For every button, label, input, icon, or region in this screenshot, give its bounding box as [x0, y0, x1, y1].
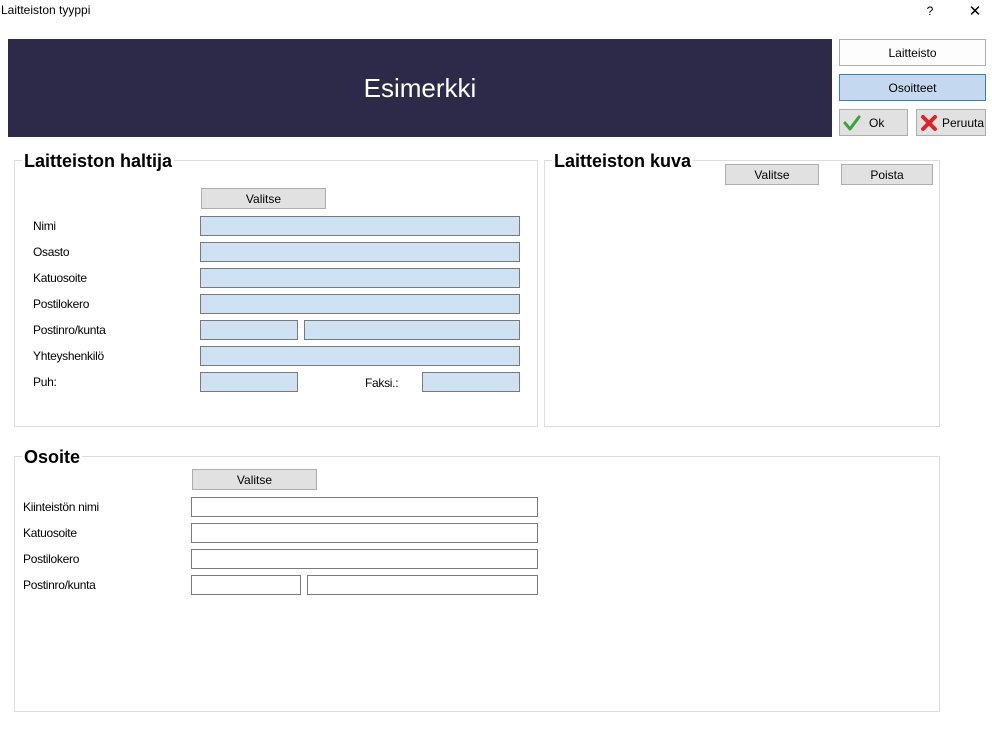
holder-group-title: Laitteiston haltija [22, 151, 175, 171]
holder-faksi-field[interactable] [422, 372, 520, 392]
holder-postinro-field[interactable] [200, 320, 298, 340]
peruuta-label: Peruuta [942, 115, 985, 130]
katuosoite-label: Katuosoite [33, 271, 87, 285]
address-postilokero-field[interactable] [191, 549, 538, 569]
holder-puh-field[interactable] [200, 372, 298, 392]
address-kiinteisto-field[interactable] [191, 497, 538, 517]
address-katuosoite-field[interactable] [191, 523, 538, 543]
postilokero-label: Postilokero [33, 297, 90, 311]
holder-select-button[interactable]: Valitse [201, 188, 326, 209]
holder-yhteyshenkilo-field[interactable] [200, 346, 520, 366]
address-postinro-kunta-label: Postinro/kunta [23, 578, 96, 592]
holder-postilokero-field[interactable] [200, 294, 520, 314]
picture-group [544, 160, 940, 427]
close-button[interactable]: ✕ [955, 0, 992, 22]
banner: Esimerkki [8, 39, 832, 137]
osasto-label: Osasto [33, 245, 70, 259]
help-button[interactable]: ? [910, 0, 950, 22]
kiinteisto-label: Kiinteistön nimi [23, 500, 99, 514]
holder-osasto-field[interactable] [200, 242, 520, 262]
ok-button[interactable]: Ok [839, 109, 908, 136]
nimi-label: Nimi [33, 219, 56, 233]
banner-text: Esimerkki [363, 72, 477, 103]
address-postinro-field[interactable] [191, 575, 301, 595]
puh-label: Puh: [33, 375, 57, 389]
window-title: Laitteiston tyyppi [1, 3, 91, 17]
cancel-x-icon [920, 114, 938, 132]
laitteisto-button[interactable]: Laitteisto [839, 39, 986, 66]
holder-kunta-field[interactable] [304, 320, 520, 340]
help-icon: ? [926, 4, 934, 18]
holder-katuosoite-field[interactable] [200, 268, 520, 288]
picture-remove-button[interactable]: Poista [841, 164, 933, 185]
address-select-button[interactable]: Valitse [192, 469, 317, 490]
address-katuosoite-label: Katuosoite [23, 526, 77, 540]
picture-select-button[interactable]: Valitse [725, 164, 819, 185]
ok-label: Ok [869, 115, 885, 130]
checkmark-icon [843, 114, 861, 132]
address-kunta-field[interactable] [307, 575, 538, 595]
holder-nimi-field[interactable] [200, 216, 520, 236]
close-icon: ✕ [968, 3, 982, 20]
peruuta-button[interactable]: Peruuta [916, 109, 986, 136]
yhteyshenkilo-label: Yhteyshenkilö [33, 349, 104, 363]
postinro-kunta-label: Postinro/kunta [33, 323, 106, 337]
address-group-title: Osoite [22, 447, 83, 467]
osoitteet-button[interactable]: Osoitteet [839, 74, 986, 101]
address-postilokero-label: Postilokero [23, 552, 80, 566]
faksi-label: Faksi.: [365, 376, 399, 390]
picture-group-title: Laitteiston kuva [552, 151, 694, 171]
